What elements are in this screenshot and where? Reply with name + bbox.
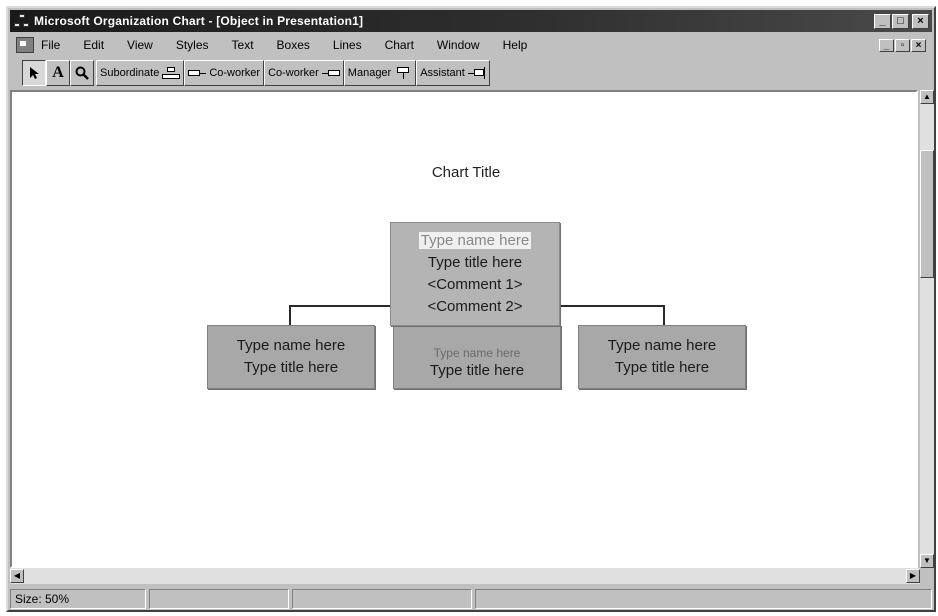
title-bar[interactable]: Microsoft Organization Chart - [Object i… (10, 10, 932, 32)
vertical-scroll-thumb[interactable] (920, 150, 934, 278)
scroll-down-arrow-icon[interactable]: ▼ (920, 554, 934, 568)
menu-bar: File Edit View Styles Text Boxes Lines C… (10, 34, 932, 56)
status-pane-2 (149, 589, 289, 609)
menu-file[interactable]: File (40, 37, 61, 53)
subordinate-box-left[interactable]: Type name here Type title here (207, 325, 375, 389)
coworker-left-label: Co-worker (209, 67, 261, 79)
horizontal-scrollbar[interactable]: ◀ ▶ (10, 568, 920, 584)
scroll-left-arrow-icon[interactable]: ◀ (10, 569, 24, 583)
zoom-tool-button[interactable] (70, 60, 94, 86)
subordinate-icon (162, 67, 181, 79)
manager-name[interactable]: Type name here (418, 230, 532, 252)
menu-boxes[interactable]: Boxes (276, 37, 311, 53)
manager-box[interactable]: Type name here Type title here <Comment … (390, 222, 560, 326)
maximize-button[interactable]: □ (892, 13, 909, 29)
chart-canvas[interactable]: Chart Title Type name here Type title he… (10, 90, 918, 568)
org-chart-window: Microsoft Organization Chart - [Object i… (6, 6, 936, 612)
zoom-size-status: Size: 50% (10, 589, 146, 609)
scroll-up-arrow-icon[interactable]: ▲ (920, 90, 934, 104)
subordinate-name[interactable]: Type name here (608, 335, 716, 357)
status-pane-3 (292, 589, 472, 609)
org-chart-app-icon[interactable] (14, 14, 30, 28)
minimize-button[interactable]: _ (874, 13, 891, 29)
status-bar: Size: 50% (10, 588, 932, 610)
subordinate-title[interactable]: Type title here (244, 357, 338, 379)
subordinate-name[interactable]: Type name here (237, 335, 345, 357)
arrow-pointer-icon (30, 67, 39, 79)
status-pane-4 (475, 589, 932, 609)
menu-help[interactable]: Help (502, 37, 529, 53)
menu-lines[interactable]: Lines (332, 37, 363, 53)
subordinate-title[interactable]: Type title here (615, 357, 709, 379)
connector-left-drop (289, 305, 291, 325)
select-tool-button[interactable] (22, 60, 46, 86)
coworker-right-icon (321, 67, 340, 79)
document-window-controls: _ ▫ × (879, 38, 926, 52)
subordinate-button[interactable]: Subordinate (96, 60, 185, 86)
assistant-icon (467, 67, 486, 79)
manager-icon (394, 67, 412, 79)
doc-minimize-button[interactable]: _ (879, 38, 894, 52)
manager-label: Manager (347, 67, 392, 79)
magnifier-icon (75, 66, 89, 80)
manager-comment-2[interactable]: <Comment 2> (427, 296, 522, 318)
coworker-right-label: Co-worker (268, 67, 319, 79)
assistant-label: Assistant (420, 67, 465, 79)
subordinate-title[interactable]: Type title here (430, 360, 524, 382)
window-title: Microsoft Organization Chart - [Object i… (34, 14, 364, 28)
text-tool-button[interactable]: A (46, 60, 70, 86)
doc-close-button[interactable]: × (911, 38, 926, 52)
close-button[interactable]: × (912, 13, 929, 29)
toolbar: A Subordinate Co-worker Co-worker Manage… (10, 58, 932, 88)
manager-comment-1[interactable]: <Comment 1> (427, 274, 522, 296)
subordinate-label: Subordinate (100, 67, 160, 79)
vertical-scrollbar[interactable]: ▲ ▼ (920, 90, 934, 568)
coworker-right-button[interactable]: Co-worker (264, 60, 344, 86)
menu-text[interactable]: Text (231, 37, 255, 53)
menu-chart[interactable]: Chart (384, 37, 415, 53)
manager-button[interactable]: Manager (343, 60, 417, 86)
text-tool-icon: A (52, 64, 64, 81)
scroll-right-arrow-icon[interactable]: ▶ (906, 569, 920, 583)
menu-styles[interactable]: Styles (175, 37, 210, 53)
menu-edit[interactable]: Edit (82, 37, 105, 53)
coworker-left-button[interactable]: Co-worker (184, 60, 265, 86)
assistant-button[interactable]: Assistant (416, 60, 490, 86)
manager-title[interactable]: Type title here (428, 252, 522, 274)
menu-window[interactable]: Window (436, 37, 481, 53)
subordinate-name[interactable]: Type name here (434, 346, 521, 360)
connector-right-drop (663, 305, 665, 325)
chart-title[interactable]: Chart Title (12, 164, 920, 181)
window-controls: _ □ × (874, 13, 929, 29)
subordinate-box-right[interactable]: Type name here Type title here (578, 325, 746, 389)
menu-view[interactable]: View (126, 37, 154, 53)
coworker-left-icon (188, 67, 207, 79)
doc-restore-button[interactable]: ▫ (895, 38, 910, 52)
manager-name-text[interactable]: Type name here (418, 232, 532, 249)
document-icon[interactable] (16, 37, 34, 53)
subordinate-box-center[interactable]: Type name here Type title here (393, 325, 561, 389)
